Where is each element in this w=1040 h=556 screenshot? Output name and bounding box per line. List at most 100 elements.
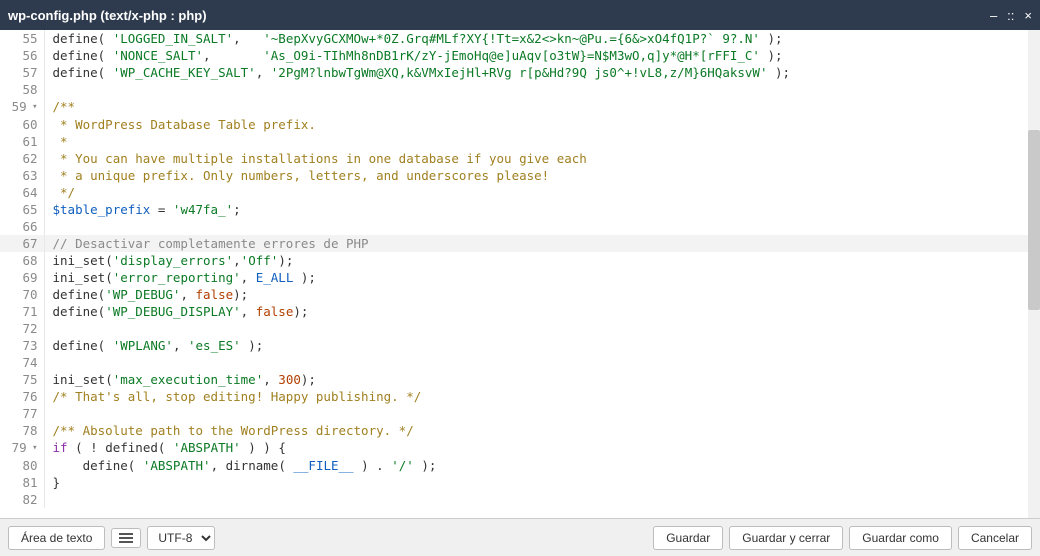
line-number: 72 [0, 320, 44, 337]
code-cell[interactable]: define('WP_DEBUG_DISPLAY', false); [44, 303, 1040, 320]
line-number: 70 [0, 286, 44, 303]
code-cell[interactable]: ini_set('error_reporting', E_ALL ); [44, 269, 1040, 286]
code-line[interactable]: 68ini_set('display_errors','Off'); [0, 252, 1040, 269]
code-cell[interactable]: // Desactivar completamente errores de P… [44, 235, 1040, 252]
vertical-scrollbar[interactable] [1028, 30, 1040, 518]
code-line[interactable]: 56define( 'NONCE_SALT', 'As_O9i-TIhMh8nD… [0, 47, 1040, 64]
code-cell[interactable]: /* That's all, stop editing! Happy publi… [44, 388, 1040, 405]
close-icon[interactable]: × [1024, 8, 1032, 23]
line-number: 77 [0, 405, 44, 422]
line-number: 64 [0, 184, 44, 201]
line-number: 61 [0, 133, 44, 150]
code-line[interactable]: 69ini_set('error_reporting', E_ALL ); [0, 269, 1040, 286]
code-cell[interactable]: ini_set('display_errors','Off'); [44, 252, 1040, 269]
line-number: 58 [0, 81, 44, 98]
code-cell[interactable]: define('WP_DEBUG', false); [44, 286, 1040, 303]
fold-icon[interactable]: ▾ [27, 443, 38, 453]
code-line[interactable]: 78/** Absolute path to the WordPress dir… [0, 422, 1040, 439]
code-cell[interactable]: define( 'WPLANG', 'es_ES' ); [44, 337, 1040, 354]
code-line[interactable]: 79 ▾if ( ! defined( 'ABSPATH' ) ) { [0, 439, 1040, 457]
code-content[interactable]: 55define( 'LOGGED_IN_SALT', '~BepXvyGCXM… [0, 30, 1040, 508]
code-line[interactable]: 65$table_prefix = 'w47fa_'; [0, 201, 1040, 218]
code-line[interactable]: 57define( 'WP_CACHE_KEY_SALT', '2PgM?lnb… [0, 64, 1040, 81]
code-cell[interactable]: $table_prefix = 'w47fa_'; [44, 201, 1040, 218]
code-scroll[interactable]: 55define( 'LOGGED_IN_SALT', '~BepXvyGCXM… [0, 30, 1040, 518]
line-number: 68 [0, 252, 44, 269]
code-cell[interactable]: define( 'NONCE_SALT', 'As_O9i-TIhMh8nDB1… [44, 47, 1040, 64]
code-line[interactable]: 66 [0, 218, 1040, 235]
code-line[interactable]: 81} [0, 474, 1040, 491]
fold-icon[interactable]: ▾ [27, 102, 38, 112]
code-cell[interactable] [44, 354, 1040, 371]
menu-icon[interactable] [111, 528, 141, 548]
line-number: 79 ▾ [0, 439, 44, 457]
code-cell[interactable]: ini_set('max_execution_time', 300); [44, 371, 1040, 388]
code-cell[interactable] [44, 491, 1040, 508]
code-line[interactable]: 55define( 'LOGGED_IN_SALT', '~BepXvyGCXM… [0, 30, 1040, 47]
save-as-button[interactable]: Guardar como [849, 526, 952, 550]
line-number: 81 [0, 474, 44, 491]
line-number: 66 [0, 218, 44, 235]
line-number: 59 ▾ [0, 98, 44, 116]
save-close-button[interactable]: Guardar y cerrar [729, 526, 843, 550]
code-line[interactable]: 64 */ [0, 184, 1040, 201]
code-line[interactable]: 70define('WP_DEBUG', false); [0, 286, 1040, 303]
code-line[interactable]: 80 define( 'ABSPATH', dirname( __FILE__ … [0, 457, 1040, 474]
code-cell[interactable] [44, 81, 1040, 98]
code-line[interactable]: 63 * a unique prefix. Only numbers, lett… [0, 167, 1040, 184]
code-line[interactable]: 74 [0, 354, 1040, 371]
bottombar: Área de texto UTF-8 Guardar Guardar y ce… [0, 518, 1040, 556]
code-cell[interactable]: /** Absolute path to the WordPress direc… [44, 422, 1040, 439]
editor-area: 55define( 'LOGGED_IN_SALT', '~BepXvyGCXM… [0, 30, 1040, 518]
line-number: 67 [0, 235, 44, 252]
code-line[interactable]: 58 [0, 81, 1040, 98]
code-cell[interactable]: /** [44, 98, 1040, 116]
titlebar: wp-config.php (text/x-php : php) – :: × [0, 0, 1040, 30]
textarea-mode-button[interactable]: Área de texto [8, 526, 105, 550]
code-line[interactable]: 73define( 'WPLANG', 'es_ES' ); [0, 337, 1040, 354]
line-number: 69 [0, 269, 44, 286]
code-cell[interactable]: */ [44, 184, 1040, 201]
code-line[interactable]: 59 ▾/** [0, 98, 1040, 116]
line-number: 73 [0, 337, 44, 354]
window-title: wp-config.php (text/x-php : php) [8, 8, 990, 23]
code-cell[interactable]: * a unique prefix. Only numbers, letters… [44, 167, 1040, 184]
scrollbar-thumb[interactable] [1028, 130, 1040, 310]
code-line[interactable]: 75ini_set('max_execution_time', 300); [0, 371, 1040, 388]
code-cell[interactable] [44, 218, 1040, 235]
save-button[interactable]: Guardar [653, 526, 723, 550]
code-line[interactable]: 71define('WP_DEBUG_DISPLAY', false); [0, 303, 1040, 320]
code-line[interactable]: 72 [0, 320, 1040, 337]
line-number: 63 [0, 167, 44, 184]
code-cell[interactable] [44, 320, 1040, 337]
code-line[interactable]: 60 * WordPress Database Table prefix. [0, 116, 1040, 133]
code-line[interactable]: 62 * You can have multiple installations… [0, 150, 1040, 167]
line-number: 62 [0, 150, 44, 167]
maximize-icon[interactable]: :: [1007, 8, 1014, 23]
encoding-select[interactable]: UTF-8 [147, 526, 215, 550]
line-number: 80 [0, 457, 44, 474]
line-number: 75 [0, 371, 44, 388]
code-line[interactable]: 61 * [0, 133, 1040, 150]
line-number: 60 [0, 116, 44, 133]
code-line[interactable]: 67// Desactivar completamente errores de… [0, 235, 1040, 252]
line-number: 55 [0, 30, 44, 47]
code-cell[interactable]: if ( ! defined( 'ABSPATH' ) ) { [44, 439, 1040, 457]
code-line[interactable]: 82 [0, 491, 1040, 508]
code-line[interactable]: 77 [0, 405, 1040, 422]
line-number: 57 [0, 64, 44, 81]
code-cell[interactable]: } [44, 474, 1040, 491]
line-number: 76 [0, 388, 44, 405]
code-cell[interactable]: * WordPress Database Table prefix. [44, 116, 1040, 133]
line-number: 71 [0, 303, 44, 320]
code-cell[interactable]: define( 'WP_CACHE_KEY_SALT', '2PgM?lnbwT… [44, 64, 1040, 81]
code-cell[interactable]: * You can have multiple installations in… [44, 150, 1040, 167]
window-controls: – :: × [990, 8, 1032, 23]
cancel-button[interactable]: Cancelar [958, 526, 1032, 550]
code-cell[interactable] [44, 405, 1040, 422]
code-cell[interactable]: define( 'ABSPATH', dirname( __FILE__ ) .… [44, 457, 1040, 474]
minimize-icon[interactable]: – [990, 8, 997, 23]
code-line[interactable]: 76/* That's all, stop editing! Happy pub… [0, 388, 1040, 405]
code-cell[interactable]: define( 'LOGGED_IN_SALT', '~BepXvyGCXMOw… [44, 30, 1040, 47]
code-cell[interactable]: * [44, 133, 1040, 150]
